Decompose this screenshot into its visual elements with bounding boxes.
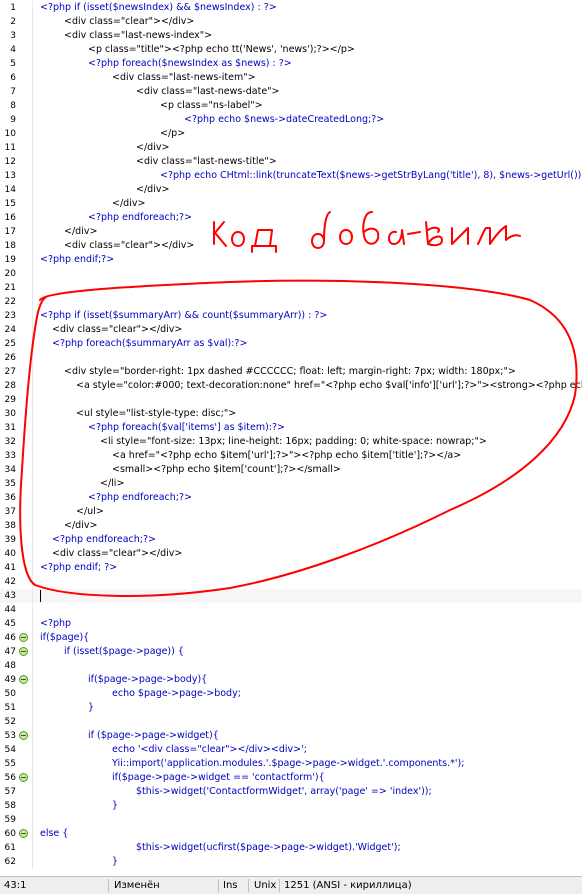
handwriting-stroke-v	[425, 221, 443, 247]
line-ending-indicator[interactable]: Unix	[254, 877, 276, 894]
status-divider	[279, 879, 280, 892]
handwriting-stroke-d	[251, 229, 277, 253]
status-bar: 43:1 Изменён Ins Unix 1251 (ANSI - кирил…	[0, 876, 582, 894]
status-divider	[108, 879, 109, 892]
circle-ink-stroke	[19, 279, 578, 597]
handwriting-stroke-l	[477, 225, 521, 245]
handwriting-stroke-a	[388, 229, 405, 245]
handwriting-stroke-o	[231, 231, 245, 247]
handwriting-stroke-k	[213, 221, 227, 247]
encoding-indicator[interactable]: 1251 (ANSI - кириллица)	[284, 877, 412, 894]
status-divider	[218, 879, 219, 892]
handwriting-stroke-o2	[339, 229, 353, 245]
handwriting-stroke-d2	[311, 211, 331, 249]
handwritten-annotation	[19, 211, 578, 597]
status-divider	[248, 879, 249, 892]
insert-mode-indicator[interactable]: Ins	[223, 877, 238, 894]
handwriting-stroke-b	[362, 211, 380, 245]
cursor-position: 43:1	[4, 880, 27, 891]
modified-indicator: Изменён	[114, 880, 160, 891]
handwriting-stroke-i	[451, 227, 469, 245]
handwriting-stroke-dash	[407, 231, 421, 235]
